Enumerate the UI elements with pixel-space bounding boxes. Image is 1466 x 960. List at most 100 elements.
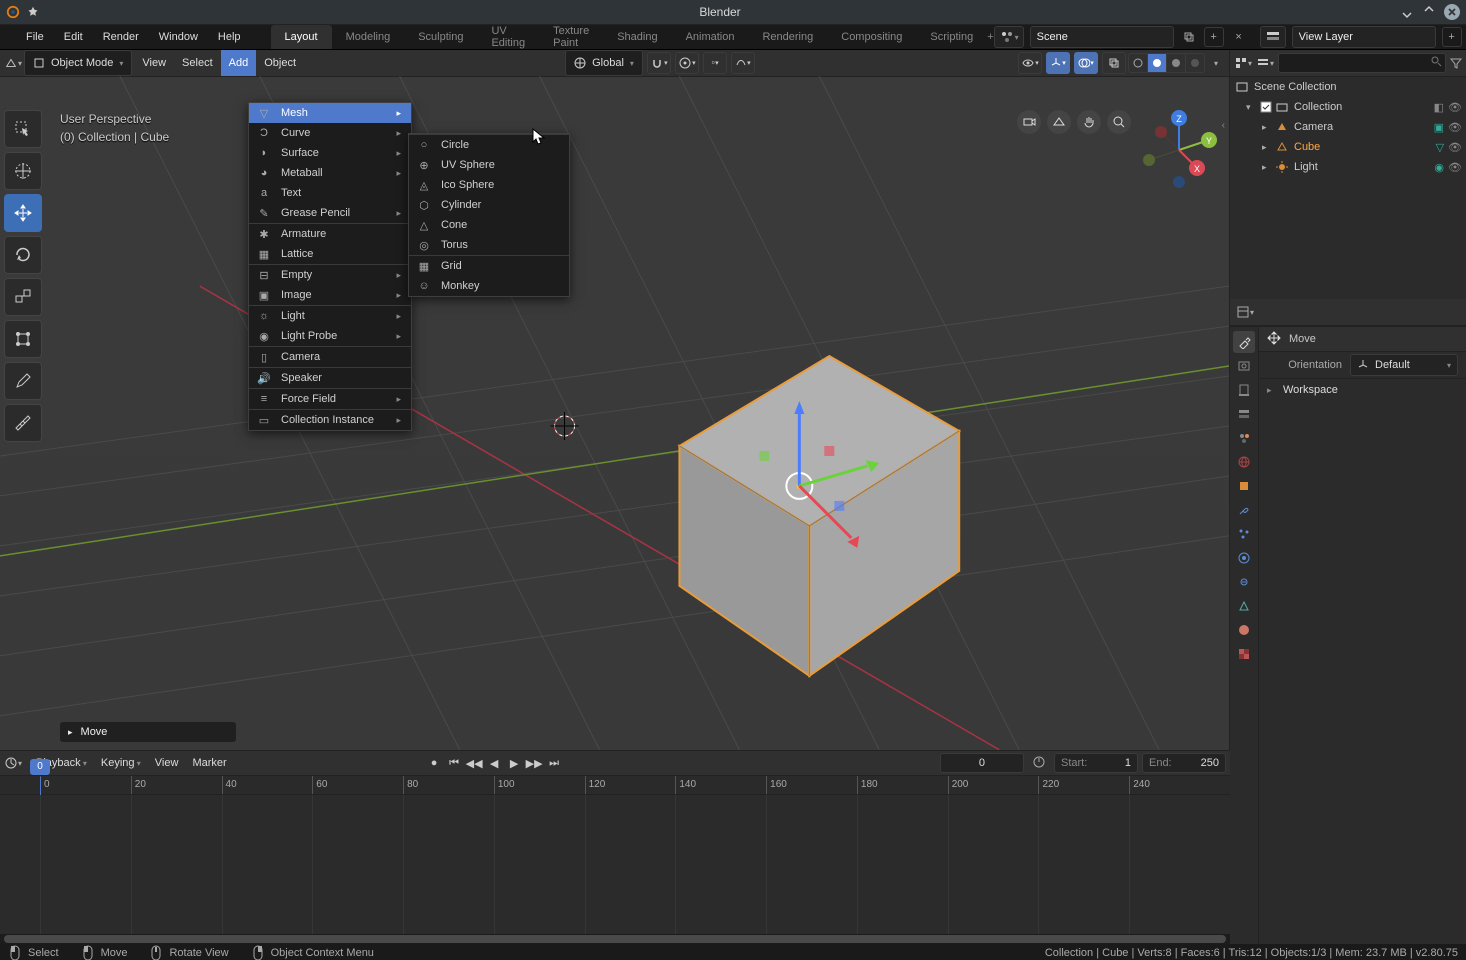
maximize-button[interactable]	[1422, 5, 1436, 19]
add-menu-force-field[interactable]: ≡Force Field▸	[249, 388, 411, 409]
overlay-camera-view[interactable]	[1047, 110, 1071, 134]
menu-edit[interactable]: Edit	[54, 25, 93, 49]
play-button[interactable]: ▶	[505, 754, 523, 772]
mesh-torus[interactable]: ◎Torus	[409, 235, 569, 255]
scene-dropdown-icon[interactable]: ▾	[994, 26, 1024, 48]
start-frame-field[interactable]: Start:1	[1054, 753, 1138, 773]
gizmo-toggle-button[interactable]: ▾	[1046, 52, 1070, 74]
shading-rendered-button[interactable]	[1185, 54, 1204, 72]
props-tab-physics[interactable]	[1233, 547, 1255, 569]
play-reverse-button[interactable]: ◀	[485, 754, 503, 772]
end-frame-field[interactable]: End:250	[1142, 753, 1226, 773]
eye-icon[interactable]: 👁	[1448, 121, 1462, 134]
props-tab-output[interactable]	[1233, 379, 1255, 401]
viewport-menu-view[interactable]: View	[134, 50, 174, 76]
timeline-menu-keying[interactable]: Keying ▾	[95, 757, 147, 769]
shading-solid-button[interactable]	[1147, 54, 1166, 72]
viewport-canvas[interactable]	[0, 76, 1229, 750]
props-tab-world[interactable]	[1233, 451, 1255, 473]
xray-toggle-button[interactable]	[1102, 52, 1126, 74]
timeline-scrollbar[interactable]	[0, 934, 1230, 944]
checkbox-icon[interactable]	[1258, 101, 1274, 113]
scene-add-button[interactable]: +	[1204, 27, 1224, 47]
mode-dropdown[interactable]: Object Mode ▾	[24, 50, 132, 76]
add-menu-speaker[interactable]: 🔊Speaker	[249, 367, 411, 388]
props-tab-viewlayer[interactable]	[1233, 403, 1255, 425]
props-tab-particles[interactable]	[1233, 523, 1255, 545]
axis-gizmo[interactable]: Z Y X	[1139, 110, 1219, 190]
props-tab-object[interactable]	[1233, 475, 1255, 497]
add-menu-grease-pencil[interactable]: ✎Grease Pencil▸	[249, 203, 411, 223]
outliner-editor-dropdown[interactable]: ▾	[1234, 54, 1252, 72]
workspace-panel-header[interactable]: ▸ Workspace	[1259, 378, 1466, 401]
menu-render[interactable]: Render	[93, 25, 149, 49]
jump-prev-key-button[interactable]: ◀◀	[465, 754, 483, 772]
visibility-filter-button[interactable]: ▾	[1018, 52, 1042, 74]
shading-options-dropdown[interactable]: ▾	[1207, 54, 1225, 72]
add-menu-light-probe[interactable]: ◉Light Probe▸	[249, 326, 411, 346]
add-menu-lattice[interactable]: ▦Lattice	[249, 244, 411, 264]
workspace-tab-scripting[interactable]: Scripting	[916, 25, 987, 49]
tree-light[interactable]: ▸ Light ◉👁	[1230, 157, 1466, 177]
tool-annotate[interactable]	[4, 362, 42, 400]
props-tab-modifier[interactable]	[1233, 499, 1255, 521]
menu-help[interactable]: Help	[208, 25, 251, 49]
transform-orientation-dropdown[interactable]: Global ▾	[565, 50, 643, 76]
add-menu-text[interactable]: aText	[249, 183, 411, 203]
mesh-monkey[interactable]: ☺Monkey	[409, 276, 569, 296]
add-menu-mesh[interactable]: ▽Mesh▸	[249, 103, 411, 123]
minimize-button[interactable]	[1400, 5, 1414, 19]
props-tab-data[interactable]	[1233, 595, 1255, 617]
workspace-tab-layout[interactable]: Layout	[271, 25, 332, 49]
timeline-ruler[interactable]: 020406080100120140160180200220240	[0, 776, 1230, 795]
workspace-tab-compositing[interactable]: Compositing	[827, 25, 916, 49]
tool-measure[interactable]	[4, 404, 42, 442]
last-operator-panel[interactable]: ▸ Move	[60, 722, 236, 742]
workspace-tab-shading[interactable]: Shading	[603, 25, 671, 49]
props-tab-material[interactable]	[1233, 619, 1255, 641]
jump-next-key-button[interactable]: ▶▶	[525, 754, 543, 772]
options-button[interactable]: ▾	[731, 52, 755, 74]
timeline-body[interactable]: 0	[0, 795, 1230, 934]
jump-start-button[interactable]: ⏮	[445, 754, 463, 772]
mesh-uv-sphere[interactable]: ⊕UV Sphere	[409, 155, 569, 175]
outliner-tree[interactable]: Scene Collection ▾ Collection ◧👁 ▸ Camer…	[1230, 77, 1466, 299]
tool-cursor[interactable]	[4, 152, 42, 190]
tool-rotate[interactable]	[4, 236, 42, 274]
editor-type-dropdown[interactable]: ▾	[4, 54, 22, 72]
tree-disclosure-icon[interactable]: ▸	[1262, 142, 1274, 153]
add-menu-empty[interactable]: ⊟Empty▸	[249, 264, 411, 285]
exclude-icon[interactable]: ◧	[1434, 101, 1444, 114]
tree-cube[interactable]: ▸ Cube ▽👁	[1230, 137, 1466, 157]
preview-range-button[interactable]	[1028, 753, 1050, 771]
close-button[interactable]	[1444, 4, 1460, 20]
scene-name-field[interactable]	[1030, 26, 1174, 48]
orientation-dropdown[interactable]: Default ▾	[1350, 354, 1458, 376]
add-menu-curve[interactable]: ƆCurve▸	[249, 123, 411, 143]
workspace-tab-uv-editing[interactable]: UV Editing	[477, 25, 539, 49]
add-menu-metaball[interactable]: ◕Metaball▸	[249, 163, 411, 183]
eye-icon[interactable]: 👁	[1448, 161, 1462, 174]
tool-select-box[interactable]	[4, 110, 42, 148]
mesh-cone[interactable]: △Cone	[409, 215, 569, 235]
tree-camera[interactable]: ▸ Camera ▣👁	[1230, 117, 1466, 137]
props-tab-tool[interactable]	[1233, 331, 1255, 353]
tree-collection[interactable]: ▾ Collection ◧👁	[1230, 97, 1466, 117]
tree-disclosure-icon[interactable]: ▾	[1246, 102, 1258, 113]
add-menu-image[interactable]: ▣Image▸	[249, 285, 411, 305]
scene-delete-button[interactable]: ×	[1230, 28, 1248, 46]
add-menu-surface[interactable]: ◗Surface▸	[249, 143, 411, 163]
workspace-tab-modeling[interactable]: Modeling	[332, 25, 405, 49]
mesh-ico-sphere[interactable]: ◬Ico Sphere	[409, 175, 569, 195]
viewlayer-add-button[interactable]: +	[1442, 27, 1462, 47]
timeline-menu-marker[interactable]: Marker	[186, 757, 232, 769]
viewport-menu-select[interactable]: Select	[174, 50, 221, 76]
add-menu-collection-instance[interactable]: ▭Collection Instance▸	[249, 409, 411, 430]
tree-disclosure-icon[interactable]: ▸	[1262, 122, 1274, 133]
menu-file[interactable]: File	[16, 25, 54, 49]
properties-editor-dropdown[interactable]: ▾	[1236, 303, 1254, 321]
add-menu-armature[interactable]: ✱Armature	[249, 223, 411, 244]
eye-icon[interactable]: 👁	[1448, 141, 1462, 154]
3d-viewport[interactable]: ▾ Object Mode ▾ ViewSelectAddObject Glob…	[0, 50, 1230, 750]
autokey-button[interactable]: ●	[425, 754, 443, 772]
